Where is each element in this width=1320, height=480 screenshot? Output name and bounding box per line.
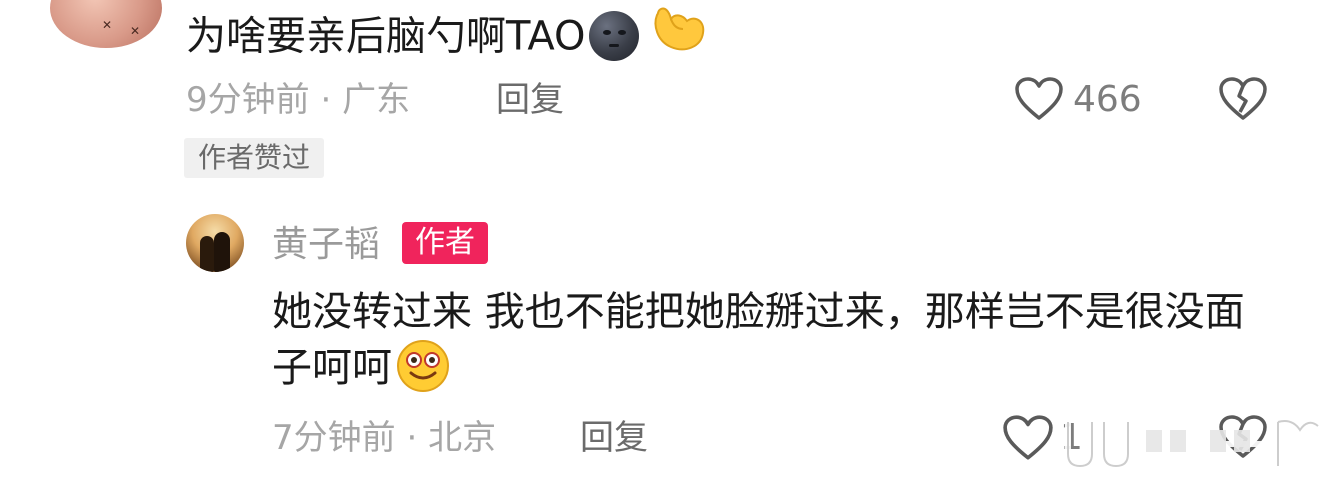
author-liked-badge: 作者赞过 bbox=[184, 138, 325, 178]
comment-text: 为啥要亲后脑勺啊TAO bbox=[186, 4, 707, 73]
meta-separator: · bbox=[406, 418, 418, 458]
reply-time: 7分钟前 bbox=[272, 418, 396, 458]
comment-meta: 9分钟前 · 广东 bbox=[186, 76, 410, 124]
comment-time: 9分钟前 bbox=[186, 80, 310, 120]
watermark-overlay bbox=[1060, 414, 1320, 480]
heart-icon[interactable] bbox=[1002, 414, 1054, 462]
reply-meta: 7分钟前 · 北京 bbox=[272, 414, 496, 462]
commenter-avatar[interactable]: ✕ ✕ bbox=[50, 0, 162, 48]
avatar-pattern-icon: ✕ bbox=[130, 24, 141, 38]
heart-icon[interactable] bbox=[1014, 76, 1064, 122]
reply-button[interactable]: 回复 bbox=[496, 76, 564, 124]
flushed-smile-emoji-icon bbox=[396, 339, 450, 393]
new-moon-face-emoji-icon bbox=[589, 10, 640, 61]
meta-separator: · bbox=[320, 80, 332, 120]
author-avatar[interactable] bbox=[186, 214, 244, 272]
broken-heart-icon[interactable] bbox=[1218, 76, 1268, 122]
username[interactable]: 黄子韬 bbox=[272, 220, 380, 270]
comment-text-content: 为啥要亲后脑勺啊TAO bbox=[186, 13, 586, 60]
author-badge: 作者 bbox=[402, 222, 488, 264]
comment-location: 广东 bbox=[342, 80, 411, 120]
reply-button[interactable]: 回复 bbox=[580, 414, 648, 462]
flexed-biceps-emoji-icon bbox=[649, 1, 707, 70]
avatar-pattern-icon: ✕ bbox=[102, 18, 113, 32]
reply-location: 北京 bbox=[428, 418, 497, 458]
reply-comment-text: 她没转过来 我也不能把她脸掰过来，那样岂不是很没面子呵呵 bbox=[272, 284, 1252, 397]
like-count: 466 bbox=[1073, 79, 1142, 120]
